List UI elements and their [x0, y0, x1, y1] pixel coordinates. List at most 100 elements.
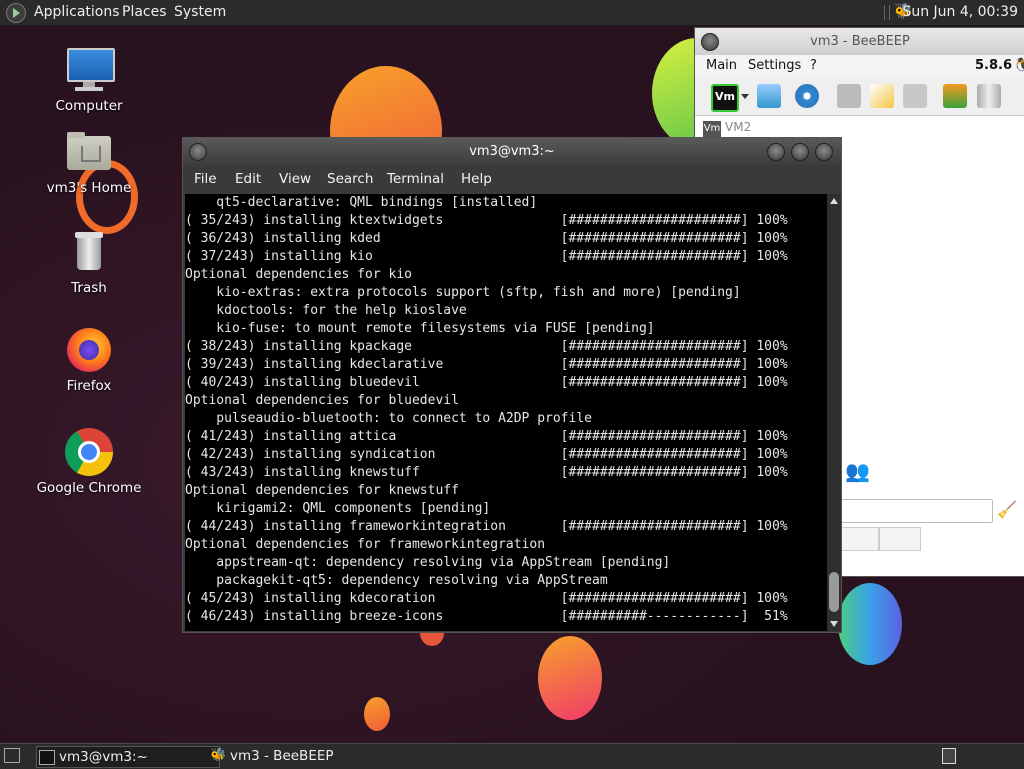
tab-chats[interactable]	[879, 527, 921, 551]
tab-users[interactable]	[841, 527, 879, 551]
desktop-icon-label: Firefox	[66, 378, 112, 394]
beebeep-icon: 🐝	[210, 748, 227, 763]
home-folder-icon	[65, 128, 113, 176]
wallpaper-shape	[538, 636, 602, 720]
computer-icon	[65, 46, 115, 94]
terminal-line: ( 37/243) installing kio [##############…	[185, 249, 788, 264]
desktop-icon-computer[interactable]: Computer	[34, 46, 144, 114]
menu-help[interactable]: Help	[461, 171, 492, 187]
scroll-thumb[interactable]	[829, 572, 839, 612]
terminal-menubar: File Edit View Search Terminal Help	[183, 165, 841, 193]
maximize-button[interactable]	[791, 143, 809, 161]
terminal-line: qt5-declarative: QML bindings [installed…	[185, 195, 538, 210]
status-vm-icon[interactable]: Vm	[711, 84, 739, 112]
users-icon: 👥	[845, 459, 870, 483]
terminal-line: ( 45/243) installing kdecoration [######…	[185, 591, 788, 606]
terminal-line: ( 42/243) installing syndication [######…	[185, 447, 788, 462]
linux-icon: 🐧	[1013, 58, 1024, 73]
chrome-icon	[65, 428, 113, 476]
panel-separator	[884, 5, 890, 20]
menu-settings[interactable]: Settings	[748, 58, 801, 73]
broom-icon[interactable]: 🧹	[997, 500, 1017, 519]
desktop-icon-label: vm3's Home	[46, 180, 132, 196]
beebeep-titlebar[interactable]: vm3 - BeeBEEP	[695, 28, 1024, 55]
terminal-line: Optional dependencies for kio	[185, 267, 412, 282]
workspace-switcher-icon[interactable]	[942, 748, 956, 764]
taskbar-item-terminal[interactable]: vm3@vm3:~	[36, 746, 220, 768]
window-menu-button[interactable]	[701, 33, 719, 51]
firefox-icon	[65, 326, 113, 374]
scroll-up-icon[interactable]	[830, 198, 838, 204]
menu-main[interactable]: Main	[706, 58, 737, 73]
beebeep-menubar: Main Settings ? 5.8.6 🐧	[695, 55, 1024, 77]
terminal-line: ( 40/243) installing bluedevil [########…	[185, 375, 788, 390]
trash-icon[interactable]	[977, 84, 1001, 108]
terminal-line: ( 39/243) installing kdeclarative [#####…	[185, 357, 788, 372]
terminal-line: ( 36/243) installing kded [#############…	[185, 231, 788, 246]
minimize-button[interactable]	[767, 143, 785, 161]
group-icon[interactable]	[837, 84, 861, 108]
terminal-line: ( 43/243) installing knewstuff [########…	[185, 465, 788, 480]
user-list-item[interactable]: Vm VM2	[703, 120, 751, 137]
taskbar-item-beebeep[interactable]: 🐝 vm3 - BeeBEEP	[208, 746, 390, 766]
wallpaper-shape	[364, 697, 390, 731]
terminal-window[interactable]: vm3@vm3:~ File Edit View Search Terminal…	[182, 137, 842, 633]
terminal-line: ( 41/243) installing attica [###########…	[185, 429, 788, 444]
desktop-icon-home[interactable]: vm3's Home	[34, 128, 144, 196]
chevron-down-icon[interactable]	[741, 94, 749, 99]
desktop-icon-firefox[interactable]: Firefox	[34, 326, 144, 394]
terminal-titlebar[interactable]: vm3@vm3:~	[183, 138, 841, 165]
chat-input[interactable]	[841, 499, 993, 523]
window-title: vm3 - BeeBEEP	[810, 34, 910, 49]
menu-file[interactable]: File	[194, 171, 217, 187]
desktop-icon-label: Google Chrome	[36, 480, 142, 496]
terminal-line: Optional dependencies for knewstuff	[185, 483, 459, 498]
terminal-line: Optional dependencies for frameworkinteg…	[185, 537, 546, 552]
terminal-icon	[39, 750, 55, 765]
menu-system[interactable]: System	[174, 4, 226, 20]
terminal-line: kdoctools: for the help kioslave	[185, 303, 467, 318]
desktop-icon-label: Trash	[71, 280, 107, 296]
clock[interactable]: Sun Jun 4, 00:39	[902, 4, 1018, 20]
terminal-line: kio-extras: extra protocols support (sft…	[185, 285, 741, 300]
terminal-line: ( 44/243) installing frameworkintegratio…	[185, 519, 788, 534]
wallpaper-shape	[838, 583, 902, 665]
menu-view[interactable]: View	[279, 171, 311, 187]
terminal-scrollbar[interactable]	[827, 194, 841, 631]
show-desktop-icon[interactable]	[4, 748, 20, 763]
terminal-line: kio-fuse: to mount remote filesystems vi…	[185, 321, 655, 336]
tools-icon[interactable]	[903, 84, 927, 108]
menu-places[interactable]: Places	[122, 4, 167, 20]
close-button[interactable]	[815, 143, 833, 161]
terminal-line: kirigami2: QML components [pending]	[185, 501, 491, 516]
taskbar-item-label: vm3 - BeeBEEP	[230, 748, 334, 764]
menu-applications[interactable]: Applications	[34, 4, 120, 20]
version-label: 5.8.6	[975, 58, 1013, 73]
trash-icon	[65, 228, 113, 276]
terminal-line: ( 35/243) installing ktextwidgets [#####…	[185, 213, 788, 228]
desktop-icon-trash[interactable]: Trash	[34, 228, 144, 296]
window-menu-button[interactable]	[189, 143, 207, 161]
desktop-icon-chrome[interactable]: Google Chrome	[34, 428, 144, 496]
menu-search[interactable]: Search	[327, 171, 373, 187]
terminal-line: packagekit-qt5: dependency resolving via…	[185, 573, 608, 588]
window-title: vm3@vm3:~	[469, 144, 555, 159]
beebeep-toolbar: Vm	[695, 77, 1024, 116]
profile-icon[interactable]	[757, 84, 781, 108]
applications-icon[interactable]	[6, 3, 26, 23]
terminal-line: appstream-qt: dependency resolving via A…	[185, 555, 671, 570]
vm-icon: Vm	[703, 121, 721, 137]
desktop-icon-label: Computer	[55, 98, 123, 114]
terminal-line: ( 38/243) installing kpackage [#########…	[185, 339, 788, 354]
terminal-output[interactable]: qt5-declarative: QML bindings [installed…	[185, 194, 827, 631]
terminal-line: Optional dependencies for bluedevil	[185, 393, 459, 408]
scroll-down-icon[interactable]	[830, 621, 838, 627]
menu-help[interactable]: ?	[810, 58, 817, 73]
upload-icon[interactable]	[943, 84, 967, 108]
edit-icon[interactable]	[870, 84, 894, 108]
menu-edit[interactable]: Edit	[235, 171, 261, 187]
terminal-line: pulseaudio-bluetooth: to connect to A2DP…	[185, 411, 592, 426]
network-icon[interactable]	[795, 84, 819, 108]
top-panel: Applications Places System 🐝 Sun Jun 4, …	[0, 0, 1024, 26]
menu-terminal[interactable]: Terminal	[387, 171, 444, 187]
